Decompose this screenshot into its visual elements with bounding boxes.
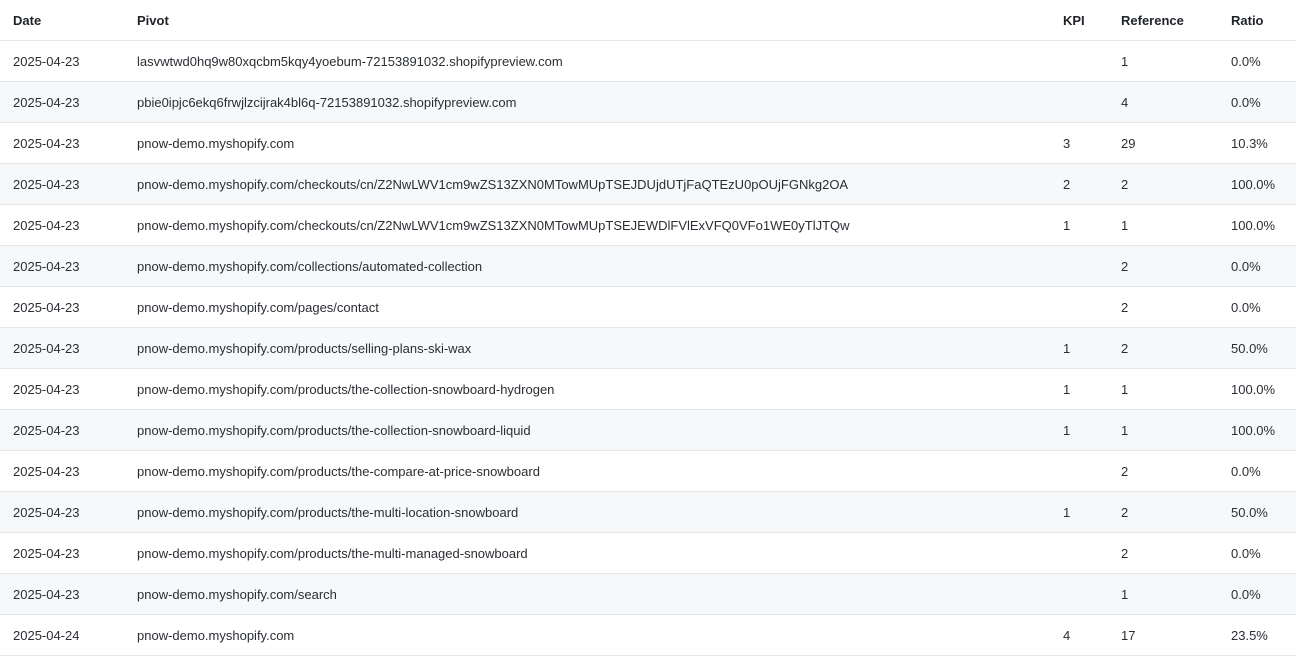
cell-date: 2025-04-23	[0, 450, 137, 492]
cell-kpi: 1	[1063, 409, 1121, 451]
cell-pivot: pnow-demo.myshopify.com/products/the-col…	[137, 368, 1063, 410]
cell-reference: 1	[1121, 573, 1231, 615]
column-header-kpi[interactable]: KPI	[1063, 0, 1121, 41]
column-header-reference[interactable]: Reference	[1121, 0, 1231, 41]
cell-ratio: 0.0%	[1231, 450, 1296, 492]
cell-date: 2025-04-23	[0, 204, 137, 246]
cell-ratio: 0.0%	[1231, 573, 1296, 615]
cell-pivot: pnow-demo.myshopify.com/products/the-mul…	[137, 532, 1063, 574]
cell-date: 2025-04-24	[0, 614, 137, 656]
cell-ratio: 10.3%	[1231, 122, 1296, 164]
cell-date: 2025-04-23	[0, 409, 137, 451]
table-row[interactable]: 2025-04-23 pnow-demo.myshopify.com/produc…	[0, 368, 1296, 410]
cell-kpi	[1063, 286, 1121, 328]
cell-pivot: pnow-demo.myshopify.com/products/the-com…	[137, 450, 1063, 492]
cell-kpi: 4	[1063, 614, 1121, 656]
cell-pivot: pnow-demo.myshopify.com	[137, 122, 1063, 164]
cell-reference: 2	[1121, 245, 1231, 287]
cell-reference: 2	[1121, 491, 1231, 533]
column-header-date[interactable]: Date	[0, 0, 137, 41]
cell-reference: 2	[1121, 163, 1231, 205]
cell-reference: 4	[1121, 81, 1231, 123]
cell-pivot: pnow-demo.myshopify.com/checkouts/cn/Z2N…	[137, 163, 1063, 205]
table-row[interactable]: 2025-04-23 pnow-demo.myshopify.com 3 29 10.3…	[0, 122, 1296, 164]
cell-kpi	[1063, 532, 1121, 574]
cell-kpi	[1063, 40, 1121, 82]
table-row[interactable]: 2025-04-23 pnow-demo.myshopify.com/search…	[0, 573, 1296, 615]
cell-reference: 1	[1121, 204, 1231, 246]
cell-date: 2025-04-23	[0, 532, 137, 574]
cell-ratio: 50.0%	[1231, 327, 1296, 369]
cell-date: 2025-04-23	[0, 245, 137, 287]
cell-reference: 2	[1121, 532, 1231, 574]
table-row[interactable]: 2025-04-24 pnow-demo.myshopify.com 4 17 23.5…	[0, 614, 1296, 656]
table-row[interactable]: 2025-04-23 pnow-demo.myshopify.com/produc…	[0, 491, 1296, 533]
cell-kpi: 1	[1063, 491, 1121, 533]
header-row: Date Pivot KPI Reference Ratio	[0, 0, 1296, 41]
cell-date: 2025-04-23	[0, 368, 137, 410]
cell-ratio: 100.0%	[1231, 368, 1296, 410]
cell-reference: 2	[1121, 450, 1231, 492]
cell-kpi: 1	[1063, 204, 1121, 246]
cell-pivot: pnow-demo.myshopify.com/collections/auto…	[137, 245, 1063, 287]
cell-kpi: 1	[1063, 368, 1121, 410]
cell-kpi	[1063, 450, 1121, 492]
cell-pivot: pnow-demo.myshopify.com/pages/contact	[137, 286, 1063, 328]
cell-date: 2025-04-23	[0, 163, 137, 205]
cell-date: 2025-04-23	[0, 491, 137, 533]
table-row[interactable]: 2025-04-23 pnow-demo.myshopify.com/collec…	[0, 245, 1296, 287]
cell-date: 2025-04-23	[0, 122, 137, 164]
cell-ratio: 0.0%	[1231, 81, 1296, 123]
cell-date: 2025-04-23	[0, 327, 137, 369]
table-row[interactable]: 2025-04-23 lasvwtwd0hq9w80xqcbm5kqy4yoebu…	[0, 40, 1296, 82]
cell-pivot: pnow-demo.myshopify.com/products/the-mul…	[137, 491, 1063, 533]
cell-kpi: 1	[1063, 327, 1121, 369]
cell-date: 2025-04-23	[0, 40, 137, 82]
cell-ratio: 23.5%	[1231, 614, 1296, 656]
cell-kpi	[1063, 573, 1121, 615]
cell-ratio: 50.0%	[1231, 491, 1296, 533]
cell-pivot: pnow-demo.myshopify.com	[137, 614, 1063, 656]
cell-ratio: 0.0%	[1231, 245, 1296, 287]
cell-pivot: pnow-demo.myshopify.com/products/the-col…	[137, 409, 1063, 451]
cell-date: 2025-04-23	[0, 573, 137, 615]
cell-pivot: pbie0ipjc6ekq6frwjlzcijrak4bl6q-72153891…	[137, 81, 1063, 123]
cell-kpi: 3	[1063, 122, 1121, 164]
cell-date: 2025-04-23	[0, 81, 137, 123]
cell-pivot: pnow-demo.myshopify.com/checkouts/cn/Z2N…	[137, 204, 1063, 246]
table-row[interactable]: 2025-04-23 pbie0ipjc6ekq6frwjlzcijrak4bl6…	[0, 81, 1296, 123]
table-row[interactable]: 2025-04-23 pnow-demo.myshopify.com/produc…	[0, 327, 1296, 369]
cell-ratio: 100.0%	[1231, 163, 1296, 205]
table-row[interactable]: 2025-04-23 pnow-demo.myshopify.com/produc…	[0, 409, 1296, 451]
column-header-pivot[interactable]: Pivot	[137, 0, 1063, 41]
cell-ratio: 0.0%	[1231, 40, 1296, 82]
cell-pivot: pnow-demo.myshopify.com/products/selling…	[137, 327, 1063, 369]
table-header: Date Pivot KPI Reference Ratio	[0, 0, 1296, 41]
cell-ratio: 0.0%	[1231, 532, 1296, 574]
cell-reference: 29	[1121, 122, 1231, 164]
column-header-ratio[interactable]: Ratio	[1231, 0, 1296, 41]
cell-kpi	[1063, 81, 1121, 123]
cell-kpi: 2	[1063, 163, 1121, 205]
report-table: Date Pivot KPI Reference Ratio 2025-04-2…	[0, 0, 1296, 656]
cell-reference: 2	[1121, 327, 1231, 369]
cell-ratio: 0.0%	[1231, 286, 1296, 328]
table-row[interactable]: 2025-04-23 pnow-demo.myshopify.com/checko…	[0, 163, 1296, 205]
cell-ratio: 100.0%	[1231, 409, 1296, 451]
cell-ratio: 100.0%	[1231, 204, 1296, 246]
cell-reference: 1	[1121, 409, 1231, 451]
cell-kpi	[1063, 245, 1121, 287]
cell-date: 2025-04-23	[0, 286, 137, 328]
cell-pivot: pnow-demo.myshopify.com/search	[137, 573, 1063, 615]
table-row[interactable]: 2025-04-23 pnow-demo.myshopify.com/produc…	[0, 450, 1296, 492]
cell-reference: 1	[1121, 368, 1231, 410]
cell-reference: 1	[1121, 40, 1231, 82]
table-row[interactable]: 2025-04-23 pnow-demo.myshopify.com/checko…	[0, 204, 1296, 246]
cell-reference: 17	[1121, 614, 1231, 656]
cell-reference: 2	[1121, 286, 1231, 328]
cell-pivot: lasvwtwd0hq9w80xqcbm5kqy4yoebum-72153891…	[137, 40, 1063, 82]
table-row[interactable]: 2025-04-23 pnow-demo.myshopify.com/pages/…	[0, 286, 1296, 328]
table-row[interactable]: 2025-04-23 pnow-demo.myshopify.com/produc…	[0, 532, 1296, 574]
table-body: 2025-04-23 lasvwtwd0hq9w80xqcbm5kqy4yoebu…	[0, 40, 1296, 656]
